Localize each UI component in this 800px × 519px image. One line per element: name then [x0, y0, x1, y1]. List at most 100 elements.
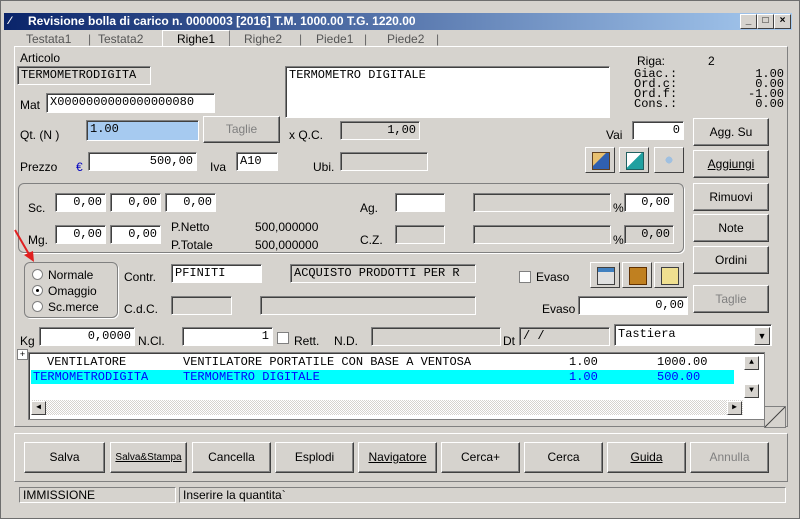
tastiera-select[interactable]: Tastiera: [614, 324, 772, 346]
sc-label: Sc.: [28, 201, 46, 215]
tastiera-dropdown-arrow-icon[interactable]: ▼: [754, 327, 770, 345]
nd-field[interactable]: [371, 327, 501, 346]
contr-desc-field[interactable]: ACQUISTO PRODOTTI PER R: [290, 264, 476, 283]
salva-button[interactable]: Salva: [24, 442, 105, 473]
agg-su-button[interactable]: Agg. Su: [693, 118, 769, 146]
ubi-field[interactable]: [340, 152, 428, 171]
row-total: 500.00: [657, 370, 701, 384]
import-button[interactable]: [585, 147, 615, 173]
nd-label: N.D.: [334, 334, 358, 348]
sc2-field[interactable]: 0,00: [110, 193, 161, 212]
radio-omaggio[interactable]: [32, 285, 43, 296]
evaso-field-label: Evaso: [542, 302, 576, 316]
edit-button[interactable]: [619, 147, 649, 173]
tab-piede2[interactable]: Piede2: [387, 32, 424, 46]
scroll-down-icon[interactable]: ▼: [744, 384, 759, 398]
ordini-button[interactable]: Ordini: [693, 246, 769, 274]
navigatore-button[interactable]: Navigatore: [358, 442, 437, 473]
righe-grid[interactable]: VENTILATORE VENTILATORE PORTATILE CON BA…: [28, 352, 765, 420]
scroll-right-icon[interactable]: ▶: [727, 401, 742, 415]
tab-testata1[interactable]: Testata1: [26, 32, 71, 46]
mg2-field[interactable]: 0,00: [110, 225, 161, 244]
iva-label: Iva: [210, 160, 227, 174]
tab-righe2[interactable]: Righe2: [244, 32, 282, 46]
cz-field[interactable]: [395, 225, 445, 244]
ag-pct-label: %: [613, 201, 624, 215]
guida-button[interactable]: Guida: [607, 442, 686, 473]
cz-pct-field[interactable]: 0,00: [624, 225, 674, 244]
app-icon: ⁄: [9, 15, 11, 27]
expand-icon[interactable]: +: [17, 349, 28, 360]
salva-stampa-button[interactable]: Salva&Stampa: [110, 442, 187, 473]
dt-field[interactable]: / /: [519, 327, 610, 346]
ncl-label: N.Cl.: [138, 334, 165, 348]
evaso-checkbox[interactable]: [519, 271, 531, 283]
ptotale-label: P.Totale: [171, 238, 213, 252]
red-arrow-annotation: [14, 229, 34, 262]
aggiungi-button[interactable]: Aggiungi: [693, 150, 769, 178]
cons-label: Cons.:: [634, 97, 678, 111]
rimuovi-button[interactable]: Rimuovi: [693, 183, 769, 211]
vai-field[interactable]: 0: [632, 121, 684, 140]
articolo-code-field[interactable]: TERMOMETRODIGITA: [17, 66, 151, 85]
cz-desc-field[interactable]: [473, 225, 611, 244]
maximize-button[interactable]: □: [757, 14, 774, 29]
cdc-field[interactable]: [171, 296, 232, 315]
cerca-plus-button[interactable]: Cerca+: [441, 442, 520, 473]
riga-label: Riga:: [637, 54, 666, 68]
radio-normale[interactable]: [32, 269, 43, 280]
ag-field[interactable]: [395, 193, 445, 212]
close-button[interactable]: ×: [774, 14, 791, 29]
articolo-label: Articolo: [20, 51, 61, 65]
table-row[interactable]: VENTILATORE VENTILATORE PORTATILE CON BA…: [31, 355, 740, 369]
mat-field[interactable]: X0000000000000000080: [46, 93, 215, 113]
qt-field[interactable]: 1.00: [86, 120, 199, 141]
cerca-button[interactable]: Cerca: [524, 442, 603, 473]
window-title: Revisione bolla di carico n. 0000003 [20…: [28, 14, 416, 28]
cancella-button[interactable]: Cancella: [192, 442, 271, 473]
annulla-button[interactable]: Annulla: [690, 442, 769, 473]
prezzo-field[interactable]: 500,00: [88, 152, 197, 171]
pnetto-value: 500,000000: [255, 220, 319, 234]
kg-field[interactable]: 0,0000: [39, 327, 135, 346]
taglie-side-button[interactable]: Taglie: [693, 285, 769, 313]
print-button[interactable]: [654, 262, 684, 288]
calc-button[interactable]: [590, 262, 620, 288]
dots-button[interactable]: [654, 147, 684, 173]
tab-righe1[interactable]: Righe1: [162, 30, 231, 47]
mg1-field[interactable]: 0,00: [55, 225, 106, 244]
taglie-qt-button[interactable]: Taglie: [203, 116, 280, 143]
qc-label: x Q.C.: [289, 128, 324, 142]
rett-checkbox[interactable]: [277, 332, 289, 344]
ag-desc-field[interactable]: [473, 193, 611, 212]
iva-field[interactable]: A10: [236, 152, 278, 171]
ag-pct-field[interactable]: 0,00: [624, 193, 674, 212]
cdc-desc-field[interactable]: [260, 296, 476, 315]
tab-testata2[interactable]: Testata2: [98, 32, 143, 46]
evaso-field[interactable]: 0,00: [578, 296, 688, 315]
scroll-up-icon[interactable]: ▲: [744, 356, 759, 370]
esplodi-button[interactable]: Esplodi: [275, 442, 354, 473]
tab-piede1[interactable]: Piede1: [316, 32, 353, 46]
ncl-field[interactable]: 1: [182, 327, 273, 346]
sc1-field[interactable]: 0,00: [55, 193, 106, 212]
resize-grip-icon[interactable]: [764, 406, 786, 428]
package-button[interactable]: [622, 262, 652, 288]
minimize-button[interactable]: _: [740, 14, 757, 29]
cons-value: 0.00: [755, 97, 784, 111]
ubi-label: Ubi.: [313, 160, 335, 174]
qc-field[interactable]: 1,00: [340, 121, 420, 140]
scroll-left-icon[interactable]: ◀: [31, 401, 46, 415]
horizontal-scrollbar[interactable]: [31, 400, 743, 415]
contr-field[interactable]: PFINITI: [171, 264, 262, 283]
kg-label: Kg: [20, 334, 35, 348]
articolo-description-field[interactable]: TERMOMETRO DIGITALE: [285, 66, 610, 118]
package-icon: [629, 267, 647, 285]
radio-scmerce[interactable]: [32, 301, 43, 312]
note-button[interactable]: Note: [693, 214, 769, 242]
row-total: 1000.00: [657, 355, 708, 369]
evaso-check-label: Evaso: [536, 270, 570, 284]
sc3-field[interactable]: 0,00: [165, 193, 216, 212]
rett-label: Rett.: [294, 334, 320, 348]
table-row-selected[interactable]: TERMOMETRODIGITA TERMOMETRO DIGITALE 1.0…: [31, 370, 734, 384]
